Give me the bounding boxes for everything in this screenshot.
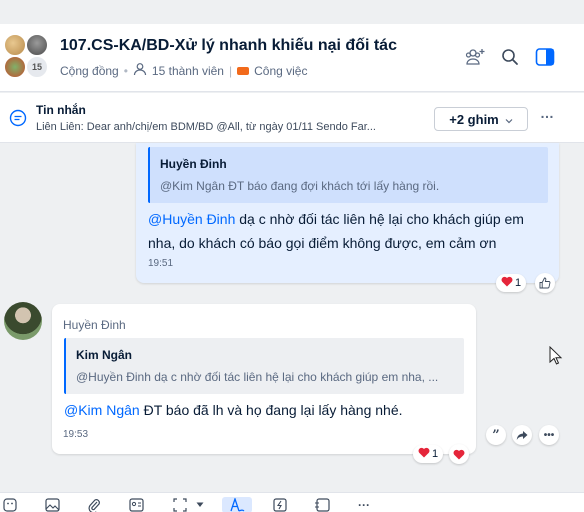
reaction-summary[interactable]: 1 [413,445,444,463]
more-options-icon[interactable]: … [540,105,554,121]
search-icon[interactable] [497,44,523,70]
message-text: @Huyền Đinh dạ c nhờ đối tác liên hệ lại… [148,207,524,255]
more-pins-button[interactable]: +2 ghim [434,107,528,131]
pinned-messages-bar[interactable]: Tin nhắn Liên Liên: Dear anh/chị/em BDM/… [0,93,584,143]
mouse-cursor-icon [549,345,563,371]
side-panel-icon[interactable] [532,44,558,70]
like-reaction-button[interactable] [535,273,555,293]
group-avatar[interactable]: 15 [2,32,52,82]
sticker-icon[interactable] [0,497,20,512]
member-count-badge: 15 [26,56,48,78]
message-time: 19:51 [148,258,174,269]
label-tag-icon [237,66,250,75]
sender-avatar[interactable] [4,302,42,340]
scrollbar-track[interactable] [576,143,584,483]
task-icon[interactable] [312,497,332,512]
quote-text: @Kim Ngân ĐT báo đang đợi khách tới lấy … [160,179,440,193]
sender-name[interactable]: Huyền Đinh [63,318,126,332]
separator-dot: • [123,63,128,78]
group-type: Cộng đồng [60,63,119,78]
message-text-part: ĐT báo đã lh và họ đang lại lấy hàng nhé… [139,402,403,418]
heart-icon [501,276,513,290]
quote-author: Kim Ngân [76,348,133,362]
thumbs-up-icon [539,277,551,289]
person-icon[interactable] [133,62,147,79]
separator-bar: | [228,63,233,78]
attachment-icon[interactable] [84,497,104,512]
group-category[interactable]: Công việc [254,64,307,78]
image-icon[interactable] [42,497,62,512]
group-meta: Cộng đồng • 15 thành viên | Công việc [60,62,307,79]
more-tools-icon[interactable]: ··· [354,497,374,512]
message-bubble-other[interactable]: Huyền Đinh Kim Ngân @Huyền Đinh dạ c nhờ… [52,304,476,454]
message-text-part: nha, do khách có báo gọi điểm không được… [148,235,497,251]
member-avatar [26,34,48,56]
quick-message-icon[interactable] [270,497,290,512]
pinned-preview[interactable]: Liên Liên: Dear anh/chị/em BDM/BD @All, … [36,121,416,133]
chevron-down-icon [505,112,513,127]
member-avatar [4,34,26,56]
heart-icon [418,447,430,461]
quote-reply-button[interactable]: ” [486,425,506,445]
pinned-label: Tin nhắn [36,103,86,117]
chat-header: 15 107.CS-KA/BD-Xử lý nhanh khiếu nại đố… [0,24,584,92]
message-bubble-own[interactable]: Huyền Đinh @Kim Ngân ĐT báo đang đợi khá… [136,143,559,283]
reaction-summary[interactable]: 1 [496,274,527,292]
quoted-message[interactable]: Kim Ngân @Huyền Đinh dạ c nhờ đối tác li… [64,338,464,394]
contact-card-icon[interactable] [126,497,146,512]
composer-toolbar: ··· [0,492,584,512]
group-title: 107.CS-KA/BD-Xử lý nhanh khiếu nại đối t… [60,37,397,54]
message-text: @Kim Ngân ĐT báo đã lh và họ đang lại lấ… [64,398,403,422]
quote-text: @Huyền Đinh dạ c nhờ đối tác liên hệ lại… [76,370,439,384]
message-text-part: dạ c nhờ đối tác liên hệ lại cho khách g… [235,211,524,227]
reaction-count: 1 [515,277,522,289]
text-format-icon[interactable] [222,497,252,512]
reaction-count: 1 [432,448,439,460]
forward-icon [516,430,528,440]
heart-reaction-button[interactable] [449,444,469,464]
member-count-link[interactable]: 15 thành viên [152,64,224,78]
message-time: 19:53 [63,429,89,440]
forward-button[interactable] [512,425,532,445]
more-pins-label: +2 ghim [449,111,499,127]
quote-author: Huyền Đinh [160,157,227,171]
more-icon: ••• [543,429,555,441]
member-avatar [4,56,26,78]
mention-link[interactable]: @Huyền Đinh [148,211,235,227]
heart-icon [453,449,465,459]
add-member-icon[interactable] [463,44,489,70]
quoted-message[interactable]: Huyền Đinh @Kim Ngân ĐT báo đang đợi khá… [148,147,548,203]
quote-icon: ” [492,427,500,443]
top-strip [0,0,584,24]
message-bubble-icon [9,109,27,132]
chevron-down-icon[interactable] [194,497,206,512]
mention-link[interactable]: @Kim Ngân [64,402,140,418]
screenshot-icon[interactable] [168,497,192,512]
more-actions-button[interactable]: ••• [539,425,559,445]
